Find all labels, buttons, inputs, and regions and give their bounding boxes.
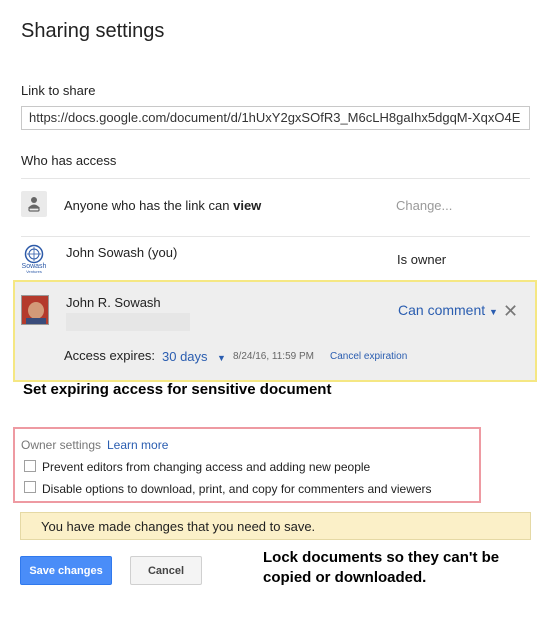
disable-download-checkbox[interactable] (24, 481, 36, 493)
expiry-value: 30 days (162, 349, 208, 364)
learn-more-link[interactable]: Learn more (107, 438, 168, 452)
close-icon[interactable]: ✕ (503, 301, 518, 322)
lock-documents-caption: Lock documents so they can't be copied o… (263, 548, 543, 588)
cancel-button[interactable]: Cancel (130, 556, 202, 585)
access-expires-label: Access expires: (64, 348, 156, 363)
owner-name: John Sowash (you) (66, 245, 178, 260)
commenter-name: John R. Sowash (66, 295, 161, 310)
lock-caption-line2: copied or downloaded. (263, 569, 427, 586)
owner-settings-title: Owner settings (21, 438, 102, 452)
link-label: Link to share (21, 83, 96, 98)
change-access-link[interactable]: Change... (396, 198, 452, 213)
permission-dropdown[interactable]: Can comment ▼ (398, 302, 498, 318)
divider (21, 236, 530, 237)
anyone-access-text: Anyone who has the link can view (64, 198, 261, 213)
commenter-email-redacted (66, 313, 190, 331)
prevent-editors-label: Prevent editors from changing access and… (42, 460, 371, 474)
anyone-access-prefix: Anyone who has the link can (64, 198, 234, 213)
anyone-access-level: view (233, 198, 262, 213)
expiry-date: 8/24/16, 11:59 PM (233, 351, 314, 362)
owner-avatar: Sowash Ventures (21, 244, 47, 274)
public-link-icon (21, 191, 47, 217)
commenter-avatar (21, 295, 49, 325)
expiring-access-caption: Set expiring access for sensitive docume… (23, 381, 332, 398)
disable-download-label: Disable options to download, print, and … (42, 482, 432, 496)
avatar-face (28, 302, 44, 319)
owner-logo-subtext: Ventures (26, 269, 42, 274)
share-link-field[interactable]: https://docs.google.com/document/d/1hUxY… (21, 106, 530, 130)
save-changes-button[interactable]: Save changes (20, 556, 112, 585)
prevent-editors-checkbox[interactable] (24, 460, 36, 472)
expiry-dropdown[interactable]: 30 days ▼ (162, 348, 226, 366)
dialog-title: Sharing settings (21, 20, 165, 42)
divider (21, 178, 530, 179)
unsaved-changes-notice: You have made changes that you need to s… (20, 512, 531, 540)
avatar-shirt (26, 318, 46, 324)
lock-caption-line1: Lock documents so they can't be (263, 549, 500, 566)
chevron-down-icon: ▼ (217, 353, 226, 363)
cancel-expiration-link[interactable]: Cancel expiration (330, 351, 407, 362)
chevron-down-icon: ▼ (489, 307, 498, 317)
owner-role: Is owner (397, 252, 447, 267)
permission-value: Can comment (398, 302, 486, 318)
access-label: Who has access (21, 153, 117, 168)
